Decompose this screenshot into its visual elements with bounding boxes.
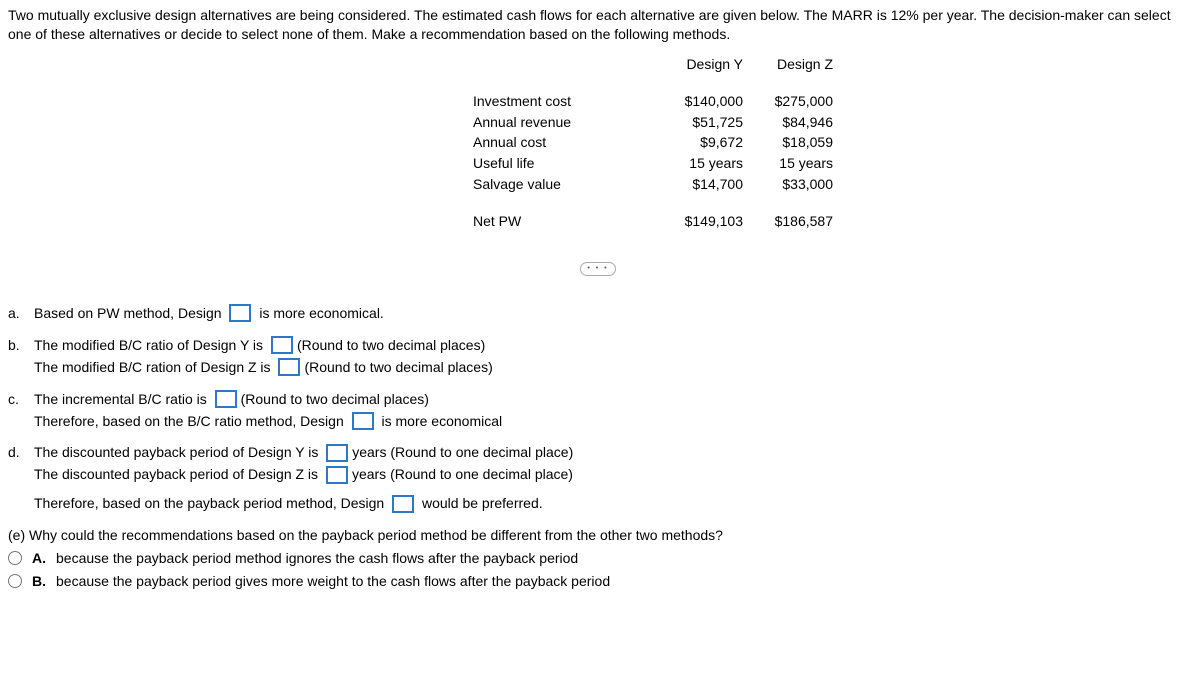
question-c: c. The incremental B/C ratio is (Round t… bbox=[8, 390, 1192, 434]
text: years bbox=[352, 465, 390, 484]
table-row: Investment cost $140,000 $275,000 bbox=[473, 91, 843, 112]
option-letter: A. bbox=[32, 549, 46, 568]
hint: (Round to one decimal place) bbox=[390, 465, 573, 484]
option-text: because the payback period gives more we… bbox=[56, 572, 610, 591]
question-marker: a. bbox=[8, 304, 34, 326]
row-label: Useful life bbox=[473, 153, 663, 174]
text: The discounted payback period of Design … bbox=[34, 443, 322, 462]
text: Therefore, based on the B/C ratio method… bbox=[34, 412, 348, 431]
text: Therefore, based on the payback period m… bbox=[34, 494, 388, 513]
text: would be preferred. bbox=[418, 494, 543, 513]
text: is more economical bbox=[378, 412, 503, 431]
cell-value: $51,725 bbox=[663, 112, 753, 133]
table-row-netpw: Net PW $149,103 $186,587 bbox=[473, 211, 843, 232]
answer-b-bc-z[interactable] bbox=[278, 358, 300, 376]
col-header-z: Design Z bbox=[753, 54, 843, 75]
cell-value: $33,000 bbox=[753, 174, 843, 195]
text: The discounted payback period of Design … bbox=[34, 465, 322, 484]
cell-value: 15 years bbox=[663, 153, 753, 174]
question-d: d. The discounted payback period of Desi… bbox=[8, 443, 1192, 516]
answer-d-design[interactable] bbox=[392, 495, 414, 513]
text: years bbox=[352, 443, 390, 462]
hint: (Round to one decimal place) bbox=[390, 443, 573, 462]
more-icon[interactable]: • • • bbox=[580, 262, 616, 276]
question-marker: b. bbox=[8, 336, 34, 380]
question-b: b. The modified B/C ratio of Design Y is… bbox=[8, 336, 1192, 380]
option-text: because the payback period method ignore… bbox=[56, 549, 578, 568]
text: The modified B/C ration of Design Z is bbox=[34, 358, 274, 377]
cell-value: $275,000 bbox=[753, 91, 843, 112]
cell-value: $84,946 bbox=[753, 112, 843, 133]
question-e-prompt: (e) Why could the recommendations based … bbox=[8, 526, 1192, 545]
text: The modified B/C ratio of Design Y is bbox=[34, 336, 267, 355]
cell-value: $186,587 bbox=[753, 211, 843, 232]
cell-value: $14,700 bbox=[663, 174, 753, 195]
cell-value: 15 years bbox=[753, 153, 843, 174]
row-label: Investment cost bbox=[473, 91, 663, 112]
option-b-row[interactable]: B. because the payback period gives more… bbox=[8, 572, 1192, 591]
cell-value: $9,672 bbox=[663, 132, 753, 153]
table-row: Annual revenue $51,725 $84,946 bbox=[473, 112, 843, 133]
text: is more economical. bbox=[255, 304, 383, 323]
question-marker: c. bbox=[8, 390, 34, 434]
cell-value: $149,103 bbox=[663, 211, 753, 232]
hint: (Round to two decimal places) bbox=[297, 336, 485, 355]
table-row: Annual cost $9,672 $18,059 bbox=[473, 132, 843, 153]
option-a-row[interactable]: A. because the payback period method ign… bbox=[8, 549, 1192, 568]
question-marker: d. bbox=[8, 443, 34, 516]
text: The incremental B/C ratio is bbox=[34, 390, 211, 409]
option-a-radio[interactable] bbox=[8, 551, 22, 565]
cashflow-table: Design Y Design Z Investment cost $140,0… bbox=[473, 54, 843, 232]
question-e: (e) Why could the recommendations based … bbox=[8, 526, 1192, 591]
hint: (Round to two decimal places) bbox=[241, 390, 429, 409]
option-letter: B. bbox=[32, 572, 46, 591]
answer-d-payback-y[interactable] bbox=[326, 444, 348, 462]
cell-value: $140,000 bbox=[663, 91, 753, 112]
answer-a-design[interactable] bbox=[229, 304, 251, 322]
answer-d-payback-z[interactable] bbox=[326, 466, 348, 484]
col-header-y: Design Y bbox=[663, 54, 753, 75]
text: Based on PW method, Design bbox=[34, 304, 225, 323]
problem-statement: Two mutually exclusive design alternativ… bbox=[8, 6, 1192, 44]
answer-c-incremental-bc[interactable] bbox=[215, 390, 237, 408]
row-label: Net PW bbox=[473, 211, 663, 232]
answer-b-bc-y[interactable] bbox=[271, 336, 293, 354]
option-b-radio[interactable] bbox=[8, 574, 22, 588]
hint: (Round to two decimal places) bbox=[304, 358, 492, 377]
cell-value: $18,059 bbox=[753, 132, 843, 153]
row-label: Salvage value bbox=[473, 174, 663, 195]
row-label: Annual revenue bbox=[473, 112, 663, 133]
table-row: Salvage value $14,700 $33,000 bbox=[473, 174, 843, 195]
row-label: Annual cost bbox=[473, 132, 663, 153]
question-a: a. Based on PW method, Design is more ec… bbox=[8, 304, 1192, 326]
table-row: Useful life 15 years 15 years bbox=[473, 153, 843, 174]
answer-c-design[interactable] bbox=[352, 412, 374, 430]
data-table-wrap: Design Y Design Z Investment cost $140,0… bbox=[473, 54, 1192, 232]
